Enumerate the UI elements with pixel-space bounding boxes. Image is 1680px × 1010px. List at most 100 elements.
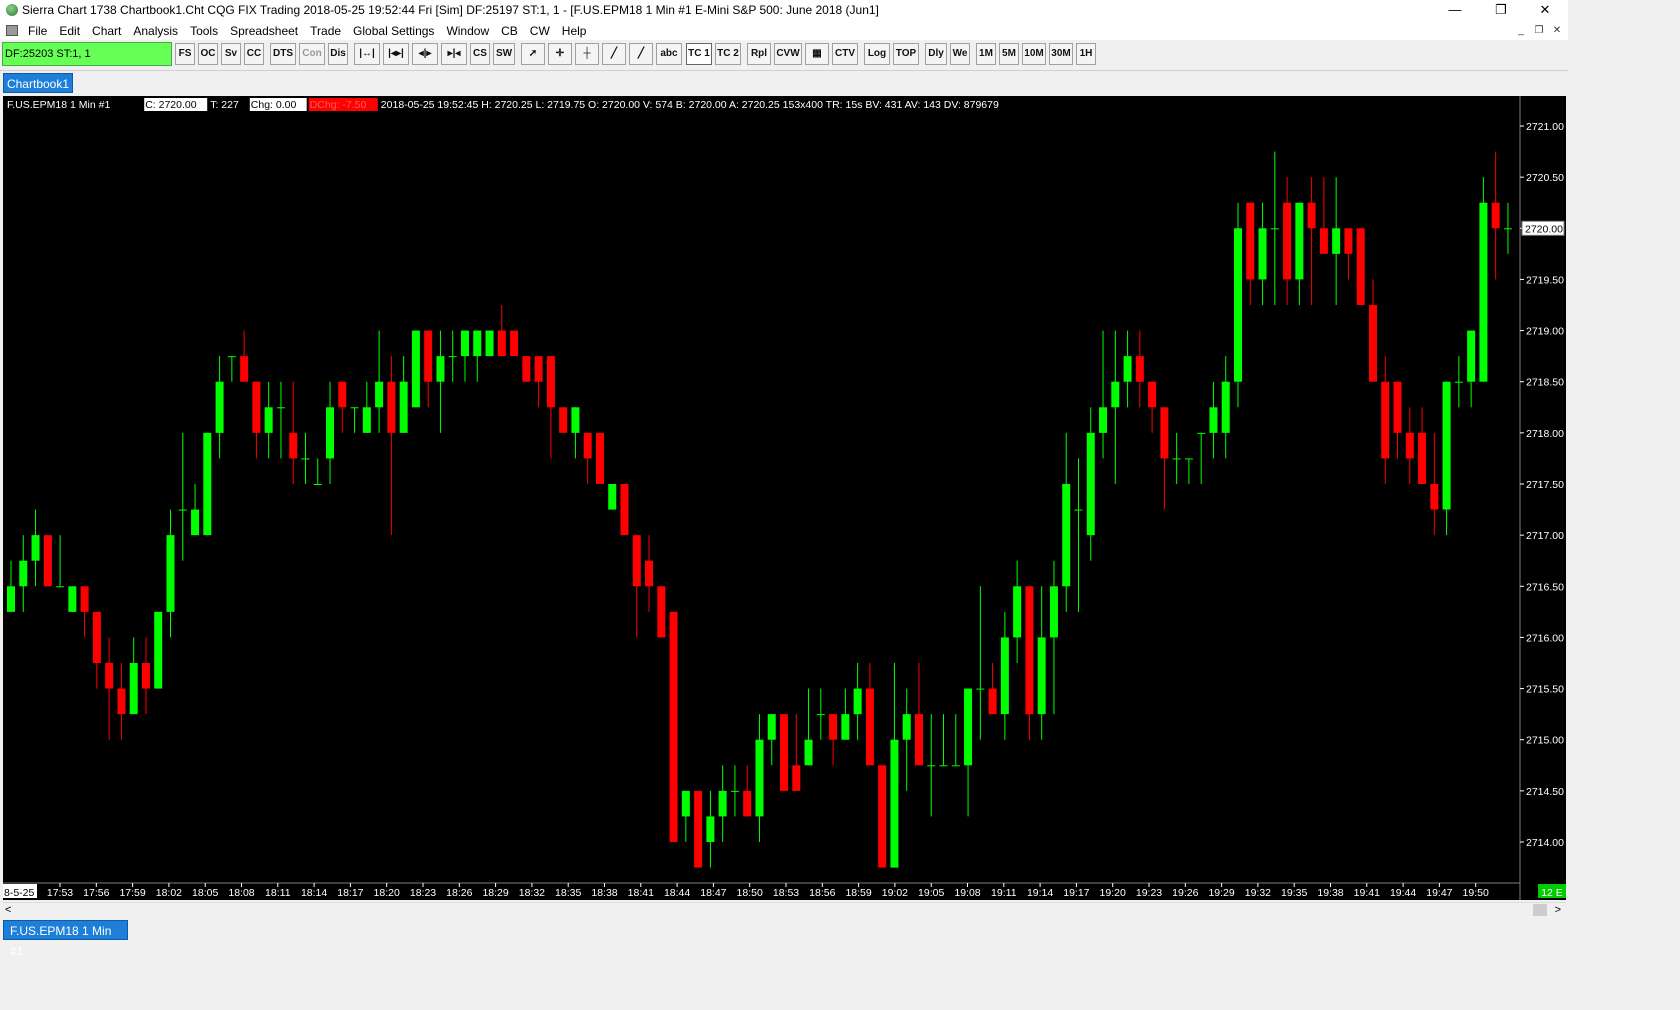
candle-body-down: [424, 330, 433, 382]
candle-body-up: [927, 765, 936, 767]
menu-global-settings[interactable]: Global Settings: [347, 23, 440, 39]
time-tick-label: 18:32: [519, 887, 545, 899]
toolbar-button-23[interactable]: ▦: [805, 43, 829, 65]
toolbar-button-16[interactable]: ╱: [602, 43, 626, 65]
candle-body-down: [252, 381, 261, 433]
time-tick-label: 19:38: [1317, 887, 1343, 899]
toolbar-button-19[interactable]: TC 1: [686, 43, 712, 65]
toolbar-button-24[interactable]: CTV: [832, 43, 858, 65]
candle-body-down: [878, 765, 887, 868]
candle-body-up: [816, 714, 825, 716]
scroll-thumb[interactable]: [1533, 904, 1547, 916]
candle-body-up: [1037, 637, 1046, 715]
toolbar-button-33[interactable]: 1H: [1076, 43, 1096, 65]
toolbar-button-10[interactable]: ▸|◂: [441, 43, 467, 65]
menu-file[interactable]: File: [22, 23, 53, 39]
horizontal-scrollbar[interactable]: < >: [3, 902, 1565, 918]
menu-edit[interactable]: Edit: [53, 23, 86, 39]
toolbar-button-0[interactable]: FS: [175, 43, 195, 65]
mdi-close-icon[interactable]: ✕: [1550, 24, 1564, 38]
candle-body-up: [7, 586, 15, 612]
menu-analysis[interactable]: Analysis: [127, 23, 184, 39]
toolbar-button-21[interactable]: Rpl: [747, 43, 771, 65]
candle-body-down: [141, 663, 150, 689]
candle-body-up: [1086, 432, 1095, 536]
close-icon[interactable]: ✕: [1522, 0, 1568, 22]
candle-body-up: [1111, 381, 1120, 408]
menu-spreadsheet[interactable]: Spreadsheet: [224, 23, 304, 39]
toolbar-button-18[interactable]: abc: [656, 43, 682, 65]
menu-chart[interactable]: Chart: [86, 23, 127, 39]
toolbar-button-6[interactable]: Dis: [328, 43, 348, 65]
menu-cw[interactable]: CW: [524, 23, 556, 39]
menu-help[interactable]: Help: [556, 23, 593, 39]
toolbar-button-15[interactable]: ┼: [575, 43, 599, 65]
candle-body-up: [375, 381, 384, 408]
scroll-left-icon[interactable]: <: [5, 903, 11, 917]
scroll-right-icon[interactable]: >: [1555, 903, 1561, 917]
candle-body-down: [1405, 432, 1414, 459]
toolbar-button-11[interactable]: CS: [470, 43, 490, 65]
menu-cb[interactable]: CB: [495, 23, 524, 39]
toolbar-button-4[interactable]: DTS: [270, 43, 296, 65]
time-tick-label: 17:59: [119, 887, 145, 899]
candle-body-up: [276, 407, 285, 409]
tab-chartbook1[interactable]: Chartbook1: [3, 73, 73, 93]
candle-body-up: [1049, 586, 1058, 638]
time-tick-label: 18:11: [265, 887, 291, 899]
candle-body-up: [129, 663, 138, 715]
candle-body-down: [1148, 381, 1157, 408]
document-icon[interactable]: [6, 25, 18, 36]
toolbar-button-12[interactable]: SW: [493, 43, 515, 65]
toolbar-button-14[interactable]: ✛: [548, 43, 572, 65]
candle-body-down: [1368, 305, 1377, 382]
toolbar-button-9[interactable]: ◂|▸: [412, 43, 438, 65]
time-tick-label: 18:26: [446, 887, 472, 899]
toolbar-button-7[interactable]: |↔|: [354, 43, 380, 65]
menu-trade[interactable]: Trade: [304, 23, 347, 39]
toolbar-button-30[interactable]: 5M: [999, 43, 1019, 65]
toolbar-button-26[interactable]: TOP: [893, 43, 919, 65]
toolbar-button-17[interactable]: ╱: [629, 43, 653, 65]
menu-window[interactable]: Window: [440, 23, 495, 39]
toolbar-button-27[interactable]: Dly: [925, 43, 947, 65]
toolbar-button-28[interactable]: We: [950, 43, 970, 65]
candle-body-down: [595, 432, 604, 484]
toolbar-button-31[interactable]: 10M: [1022, 43, 1046, 65]
candle-body-down: [657, 586, 666, 638]
mdi-restore-icon[interactable]: ❐: [1532, 24, 1546, 38]
toolbar-button-20[interactable]: TC 2: [715, 43, 741, 65]
candle-body-up: [1479, 202, 1488, 382]
info-dchg: DChg: -7.50: [310, 99, 367, 111]
toolbar-button-13[interactable]: ➚: [521, 43, 545, 65]
toolbar-button-25[interactable]: Log: [864, 43, 890, 65]
candle-body-up: [1442, 381, 1451, 510]
chart-area[interactable]: F.US.EPM18 1 Min #1 C: 2720.00 T: 227 Chg: …: [3, 96, 1566, 900]
candle-body-up: [56, 586, 65, 588]
minimize-icon[interactable]: —: [1432, 0, 1478, 22]
candle-body-down: [780, 714, 789, 791]
restore-icon[interactable]: ❐: [1478, 0, 1524, 22]
candle-body-down: [92, 611, 101, 663]
toolbar-button-5[interactable]: Con: [299, 43, 325, 65]
candle-body-up: [191, 509, 200, 536]
candlestick-chart[interactable]: F.US.EPM18 1 Min #1 C: 2720.00 T: 227 Chg: …: [3, 96, 1566, 900]
toolbar-button-2[interactable]: Sv: [221, 43, 241, 65]
data-feed-status: DF:25203 ST:1, 1: [2, 42, 172, 66]
time-tick-label: 18:23: [410, 887, 436, 899]
candle-body-down: [1319, 228, 1328, 254]
toolbar-button-32[interactable]: 30M: [1049, 43, 1073, 65]
time-tick-label: 17:53: [47, 887, 73, 899]
candle-body-down: [1307, 202, 1316, 229]
toolbar-button-8[interactable]: |◂▸|: [383, 43, 409, 65]
menu-tools[interactable]: Tools: [184, 23, 224, 39]
toolbar-button-3[interactable]: CC: [244, 43, 264, 65]
mdi-minimize-icon[interactable]: _: [1514, 24, 1528, 38]
candle-body-up: [264, 407, 273, 433]
toolbar-button-22[interactable]: CVW: [774, 43, 802, 65]
price-tick-label: 2716.50: [1526, 581, 1564, 593]
toolbar-button-1[interactable]: OC: [198, 43, 218, 65]
tab-chart-sheet[interactable]: F.US.EPM18 1 Min #1: [3, 920, 128, 958]
time-tick-label: 18:08: [228, 887, 254, 899]
toolbar-button-29[interactable]: 1M: [976, 43, 996, 65]
